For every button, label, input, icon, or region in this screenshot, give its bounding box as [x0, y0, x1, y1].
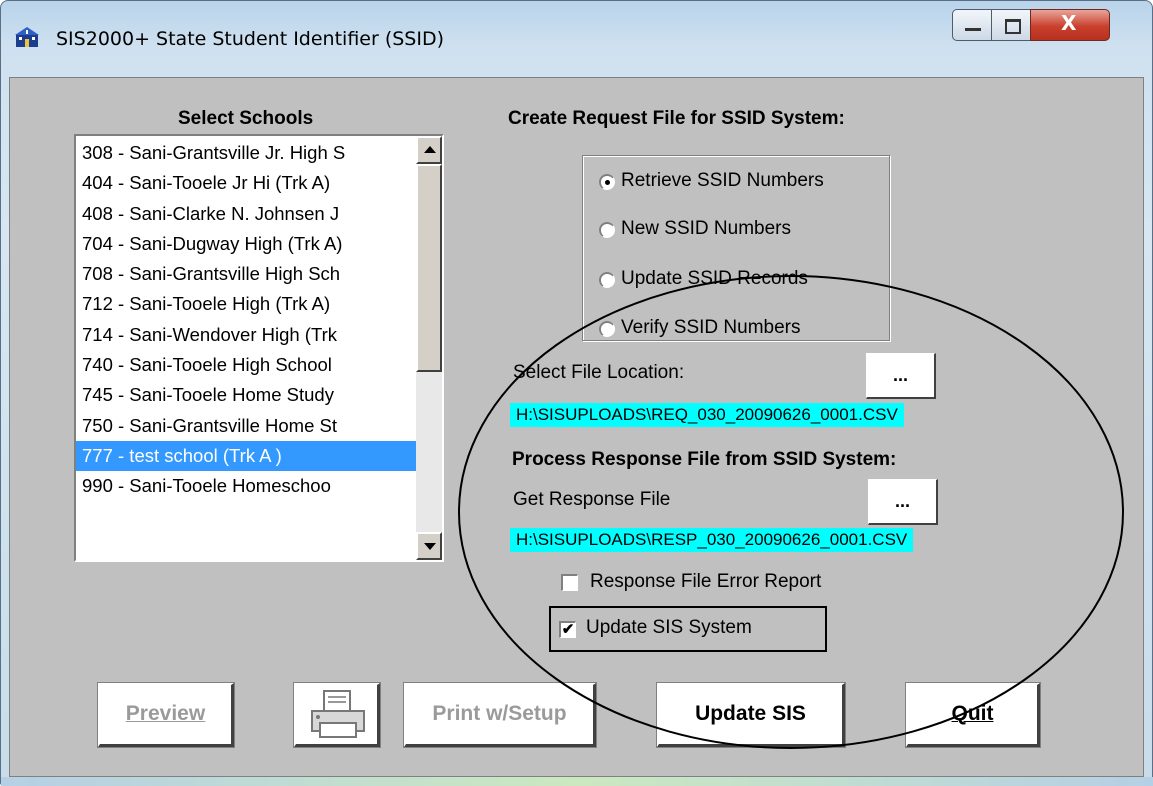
request-type-label[interactable]: Retrieve SSID Numbers: [621, 170, 824, 192]
update-sis-button[interactable]: Update SIS: [656, 682, 846, 748]
minimize-icon: [965, 28, 981, 31]
close-button[interactable]: X: [1030, 9, 1110, 41]
update-sis-button-label: Update SIS: [695, 702, 806, 725]
error-report-checkbox[interactable]: [561, 574, 578, 591]
request-file-path: H:\SISUPLOADS\REQ_030_20090626_0001.CSV: [510, 403, 904, 427]
arrow-down-icon: [424, 543, 436, 550]
schools-listbox[interactable]: 308 - Sani-Grantsville Jr. High S 404 - S…: [74, 134, 444, 562]
school-list-item[interactable]: 990 - Sani-Tooele Homeschoo: [76, 471, 416, 501]
print-button[interactable]: [293, 682, 381, 748]
school-list-item[interactable]: 708 - Sani-Grantsville High Sch: [76, 259, 416, 289]
request-heading: Create Request File for SSID System:: [508, 108, 845, 129]
request-type-label[interactable]: Update SSID Records: [621, 268, 808, 290]
schools-list: 308 - Sani-Grantsville Jr. High S 404 - S…: [76, 138, 416, 502]
client-area: Select Schools 308 - Sani-Grantsville Jr…: [9, 77, 1144, 777]
close-icon: X: [1061, 11, 1077, 35]
request-type-group: Retrieve SSID Numbers New SSID Numbers Upd…: [582, 155, 890, 341]
school-list-item[interactable]: 777 - test school (Trk A ): [76, 440, 416, 472]
school-list-item[interactable]: 408 - Sani-Clarke N. Johnsen J: [76, 199, 416, 229]
response-heading: Process Response File from SSID System:: [512, 449, 897, 470]
quit-label: Quit: [951, 702, 994, 725]
school-list-item[interactable]: 740 - Sani-Tooele High School: [76, 350, 416, 380]
scroll-up-button[interactable]: [416, 136, 442, 164]
request-type-label[interactable]: New SSID Numbers: [621, 218, 791, 240]
print-setup-label: Print w/Setup: [432, 702, 567, 725]
request-type-radio[interactable]: [599, 174, 615, 190]
print-setup-button[interactable]: Print w/Setup: [403, 682, 597, 748]
response-browse-button[interactable]: ...: [868, 479, 938, 525]
response-file-path: H:\SISUPLOADS\RESP_030_20090626_0001.CSV: [510, 528, 914, 552]
scroll-thumb[interactable]: [416, 164, 442, 372]
request-type-label[interactable]: Verify SSID Numbers: [621, 317, 801, 339]
quit-button[interactable]: Quit: [905, 682, 1041, 748]
school-list-item[interactable]: 745 - Sani-Tooele Home Study: [76, 380, 416, 410]
request-type-radio[interactable]: [599, 222, 615, 238]
school-list-item[interactable]: 704 - Sani-Dugway High (Trk A): [76, 229, 416, 259]
get-response-file-label: Get Response File: [513, 489, 671, 510]
request-type-radio[interactable]: [599, 272, 615, 288]
listbox-scrollbar[interactable]: [416, 136, 442, 560]
school-building-icon: [15, 27, 39, 47]
school-list-item[interactable]: 404 - Sani-Tooele Jr Hi (Trk A): [76, 168, 416, 198]
error-report-label[interactable]: Response File Error Report: [590, 571, 821, 593]
update-sis-label[interactable]: Update SIS System: [586, 617, 752, 639]
window-title: SIS2000+ State Student Identifier (SSID): [56, 28, 445, 50]
school-list-item[interactable]: 712 - Sani-Tooele High (Trk A): [76, 289, 416, 319]
printer-icon: [311, 690, 365, 738]
update-sis-checkbox[interactable]: ✔: [559, 621, 576, 638]
maximize-icon: [1005, 19, 1021, 34]
preview-button[interactable]: Preview: [97, 682, 235, 748]
file-location-label: Select File Location:: [513, 362, 685, 383]
maximize-button[interactable]: [991, 9, 1031, 41]
select-schools-heading: Select Schools: [178, 108, 314, 129]
title-bar[interactable]: SIS2000+ State Student Identifier (SSID)…: [1, 1, 1152, 77]
school-list-item[interactable]: 714 - Sani-Wendover High (Trk: [76, 320, 416, 350]
request-type-radio[interactable]: [599, 321, 615, 337]
request-browse-button[interactable]: ...: [866, 353, 936, 399]
minimize-button[interactable]: [952, 9, 992, 41]
school-list-item[interactable]: 308 - Sani-Grantsville Jr. High S: [76, 138, 416, 168]
school-list-item[interactable]: 750 - Sani-Grantsville Home St: [76, 411, 416, 441]
arrow-up-icon: [424, 146, 436, 153]
scroll-down-button[interactable]: [416, 532, 442, 560]
preview-label: Preview: [125, 702, 206, 725]
app-window: SIS2000+ State Student Identifier (SSID)…: [0, 0, 1153, 786]
